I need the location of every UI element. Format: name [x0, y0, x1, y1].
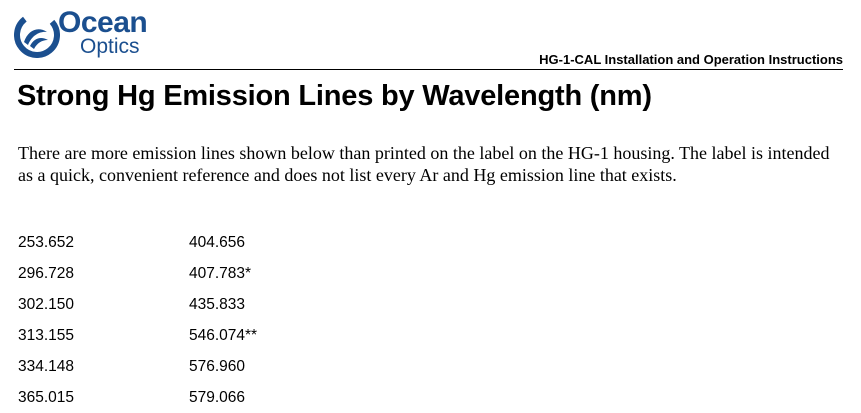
logo-wordmark-optics: Optics [80, 35, 140, 58]
table-row: 253.652 404.656 [18, 227, 257, 258]
table-row: 302.150 435.833 [18, 289, 257, 320]
wavelength-cell: 579.066 [189, 388, 246, 406]
ocean-optics-logo-icon [14, 12, 60, 58]
intro-paragraph: There are more emission lines shown belo… [18, 143, 830, 185]
wavelength-cell: 546.074** [189, 326, 258, 344]
wavelength-table: 253.652 404.656 296.728 407.783* 302.150… [18, 227, 257, 413]
table-row: 334.148 576.960 [18, 351, 257, 382]
wavelength-cell: 435.833 [189, 295, 246, 313]
wavelength-cell: 302.150 [18, 295, 75, 313]
wavelength-cell: 313.155 [18, 326, 75, 344]
section-heading: Strong Hg Emission Lines by Wavelength (… [17, 80, 652, 112]
wavelength-cell: 296.728 [18, 264, 75, 282]
wavelength-cell: 404.656 [189, 233, 246, 251]
header-divider [14, 69, 843, 70]
ocean-optics-logo: Ocean Optics [14, 6, 164, 60]
document-title: HG-1-CAL Installation and Operation Inst… [539, 52, 843, 67]
wavelength-cell: 365.015 [18, 388, 75, 406]
wavelength-cell: 407.783* [189, 264, 252, 282]
wavelength-cell: 253.652 [18, 233, 75, 251]
wavelength-cell: 334.148 [18, 357, 75, 375]
table-row: 296.728 407.783* [18, 258, 257, 289]
wavelength-cell: 576.960 [189, 357, 246, 375]
table-row: 365.015 579.066 [18, 382, 257, 413]
table-row: 313.155 546.074** [18, 320, 257, 351]
